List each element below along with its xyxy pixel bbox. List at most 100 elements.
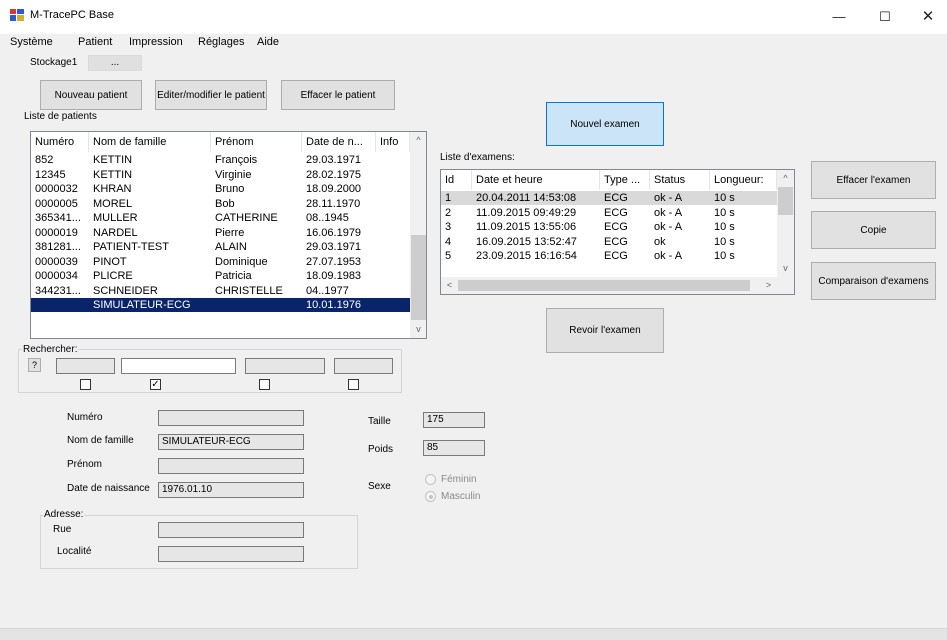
patient-list[interactable]: Numéro Nom de famille Prénom Date de n..… [30,131,427,339]
patient-row[interactable]: 344231... SCHNEIDER CHRISTELLE 04..1977 [31,284,410,298]
close-button[interactable]: ✕ [905,0,947,34]
localite-field[interactable] [158,546,304,562]
new-patient-button[interactable]: Nouveau patient [40,80,142,110]
patient-cell-info [376,182,410,196]
exam-scroll-right-icon[interactable]: > [760,277,777,294]
exam-list-vscrollbar[interactable]: ^ v [777,170,794,277]
search-checkbox-2[interactable]: ✓ [150,379,161,390]
maximize-button[interactable]: ☐ [862,0,908,34]
delete-patient-button[interactable]: Effacer le patient [281,80,395,110]
exam-row[interactable]: 4 16.09.2015 13:52:47 ECG ok 10 s [441,235,777,249]
search-numero-input[interactable] [56,358,115,374]
menu-patient[interactable]: Patient [78,36,112,48]
tab-more[interactable]: ... [88,55,142,71]
patient-cell-naissance: 29.03.1971 [306,154,362,166]
patient-row[interactable]: 0000032 KHRAN Bruno 18.09.2000 [31,182,410,196]
patient-row[interactable]: 0000034 PLICRE Patricia 18.09.1983 [31,269,410,283]
localite-label: Localité [57,546,92,557]
tab-stockage1[interactable]: Stockage1 [24,55,86,71]
patient-cell-numero: 0000005 [35,197,78,210]
col-info[interactable]: Info [376,132,410,152]
patient-row[interactable]: 0000039 PINOT Dominique 27.07.1953 [31,255,410,269]
numero-label: Numéro [67,412,103,423]
col-date-heure[interactable]: Date et heure [472,170,600,190]
patient-cell-naissance: 08..1945 [306,212,349,224]
exam-list-hscrollbar[interactable]: < > [441,277,794,294]
patient-row[interactable]: SIMULATEUR-ECG 10.01.1976 [31,298,410,312]
patient-cell-prenom: François [215,154,258,166]
exam-cell-date-heure: 11.09.2015 09:49:29 [476,206,577,219]
patient-row[interactable]: 12345 KETTIN Virginie 28.02.1975 [31,168,410,182]
patient-cell-info [376,168,410,182]
col-numero[interactable]: Numéro [31,132,89,152]
exam-row[interactable]: 1 20.04.2011 14:53:08 ECG ok - A 10 s [441,191,777,205]
minimize-button[interactable]: — [816,0,862,34]
radio-feminin[interactable] [425,474,436,485]
scroll-thumb[interactable] [411,235,426,320]
exam-cell-status: ok [654,235,666,248]
col-prenom[interactable]: Prénom [211,132,302,152]
new-exam-button[interactable]: Nouvel examen [546,102,664,146]
col-status[interactable]: Status [650,170,710,190]
search-checkbox-3[interactable] [259,379,270,390]
numero-field[interactable] [158,410,304,426]
exam-row[interactable]: 5 23.09.2015 16:16:54 ECG ok - A 10 s [441,249,777,263]
search-date-input[interactable] [334,358,393,374]
exam-scroll-left-icon[interactable]: < [441,277,458,294]
scroll-down-icon[interactable]: v [410,321,426,338]
patient-cell-numero: 344231... [35,284,81,297]
menu-impression[interactable]: Impression [129,36,183,48]
review-exam-button[interactable]: Revoir l'examen [546,308,664,353]
rue-field[interactable] [158,522,304,538]
patient-cell-info [376,269,410,283]
patient-row[interactable]: 365341... MULLER CATHERINE 08..1945 [31,211,410,225]
patient-cell-naissance: 27.07.1953 [306,255,362,268]
exam-hscroll-thumb[interactable] [458,280,750,291]
col-nom[interactable]: Nom de famille [89,132,211,152]
copy-button[interactable]: Copie [811,211,936,249]
menu-reglages[interactable]: Réglages [198,36,244,48]
search-checkbox-4[interactable] [348,379,359,390]
poids-field[interactable]: 85 [423,440,485,456]
search-help-button[interactable]: ? [28,358,41,372]
compare-exams-button[interactable]: Comparaison d'examens [811,262,936,300]
search-checkbox-1[interactable] [80,379,91,390]
patient-row[interactable]: 0000019 NARDEL Pierre 16.06.1979 [31,226,410,240]
nom-field[interactable]: SIMULATEUR-ECG [158,434,304,450]
patient-row[interactable]: 852 KETTIN François 29.03.1971 [31,153,410,167]
exam-vscroll-thumb[interactable] [778,187,793,215]
patient-cell-prenom: Bruno [215,183,245,195]
menu-aide[interactable]: Aide [257,36,279,48]
patient-cell-prenom: CATHERINE [215,212,278,224]
naissance-field[interactable]: 1976.01.10 [158,482,304,498]
patient-cell-nom: PLICRE [93,270,133,282]
patient-cell-info [376,226,410,240]
search-prenom-input[interactable] [245,358,325,374]
col-type[interactable]: Type ... [600,170,650,190]
prenom-field[interactable] [158,458,304,474]
exam-scroll-down-icon[interactable]: v [777,260,794,277]
exam-list[interactable]: Id Date et heure Type ... Status Longueu… [440,169,795,295]
patient-cell-naissance: 28.02.1975 [306,168,362,181]
patient-cell-nom: SCHNEIDER [93,284,158,297]
col-longueur[interactable]: Longueur: [710,170,777,190]
exam-scroll-up-icon[interactable]: ^ [777,170,794,187]
patient-cell-naissance: 10.01.1976 [306,299,362,311]
exam-row[interactable]: 3 11.09.2015 13:55:06 ECG ok - A 10 s [441,220,777,234]
exam-cell-date-heure: 11.09.2015 13:55:06 [476,221,577,233]
menu-systeme[interactable]: Système [10,36,53,48]
exam-cell-type: ECG [604,235,628,248]
scroll-up-icon[interactable]: ^ [410,132,426,149]
edit-patient-button[interactable]: Editer/modifier le patient [155,80,267,110]
patient-row[interactable]: 0000005 MOREL Bob 28.11.1970 [31,197,410,211]
col-id[interactable]: Id [441,170,472,190]
exam-cell-type: ECG [604,206,628,219]
taille-field[interactable]: 175 [423,412,485,428]
delete-exam-button[interactable]: Effacer l'examen [811,161,936,199]
exam-row[interactable]: 2 11.09.2015 09:49:29 ECG ok - A 10 s [441,206,777,220]
col-naissance[interactable]: Date de n... [302,132,376,152]
search-nom-input[interactable] [121,358,236,374]
patient-row[interactable]: 381281... PATIENT-TEST ALAIN 29.03.1971 [31,240,410,254]
radio-masculin[interactable] [425,491,436,502]
patient-list-scrollbar[interactable]: ^ v [410,132,426,338]
